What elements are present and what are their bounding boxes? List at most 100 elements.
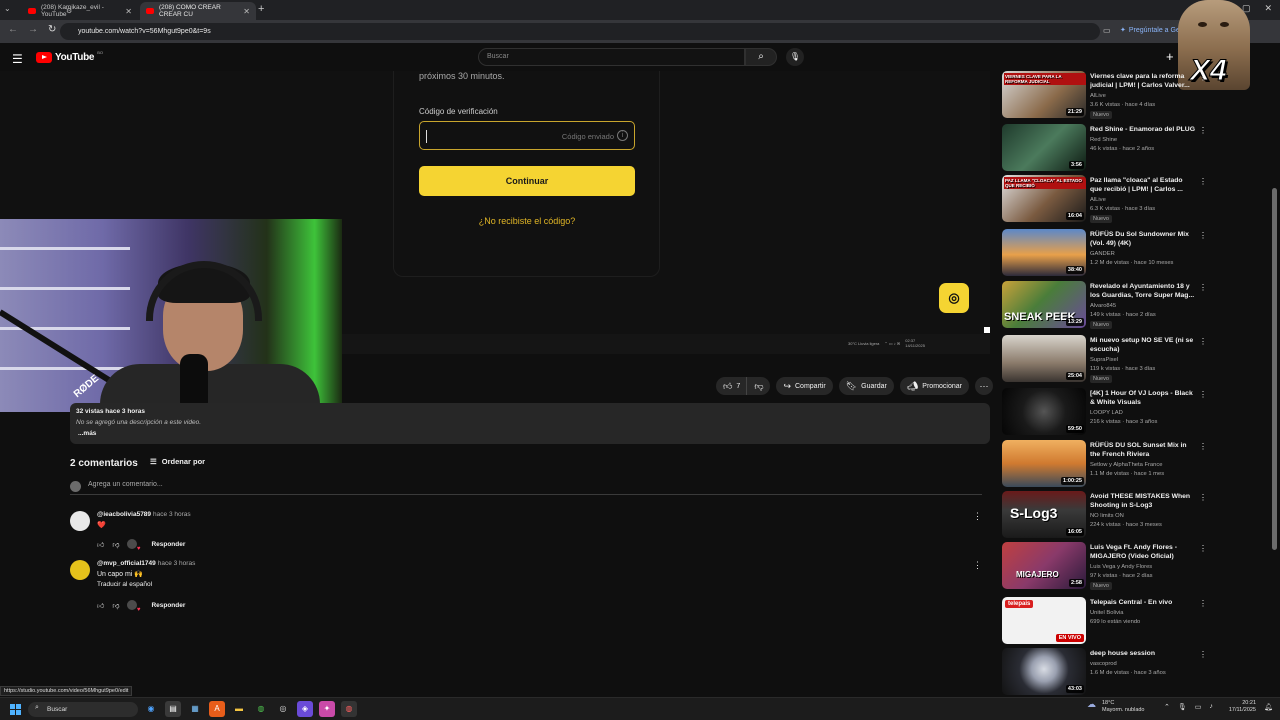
volume-icon[interactable]: ♪ bbox=[1209, 703, 1213, 711]
app-icon[interactable]: ▤ bbox=[165, 701, 181, 717]
thumbs-up-icon[interactable]: 👍︎ bbox=[97, 601, 104, 610]
video-menu-icon[interactable]: ⋮ bbox=[1199, 650, 1207, 659]
save-button[interactable]: 🔖︎ Guardar bbox=[838, 377, 894, 395]
thumbs-up-icon[interactable]: 👍︎ bbox=[97, 540, 104, 549]
search-input[interactable]: Buscar bbox=[478, 48, 745, 66]
recommended-video[interactable]: 3:56 Red Shine - Enamorao del PLUG Red S… bbox=[1002, 124, 1207, 172]
like-button[interactable]: 👍︎ 7 bbox=[716, 377, 747, 395]
video-title[interactable]: deep house session bbox=[1090, 649, 1195, 658]
channel-name[interactable]: vascoprod bbox=[1090, 661, 1117, 667]
channel-name[interactable]: NO limits ON bbox=[1090, 513, 1124, 519]
app-icon[interactable]: ✦ bbox=[319, 701, 335, 717]
edge-icon[interactable]: ◉ bbox=[143, 701, 159, 717]
start-button[interactable] bbox=[10, 704, 21, 715]
browser-tab-1[interactable]: (208) Kamikaze_evil - YouTube ✕ bbox=[22, 2, 138, 20]
comment-menu-icon[interactable]: ⋮ bbox=[973, 560, 982, 571]
network-icon[interactable]: ▭ bbox=[1195, 703, 1202, 711]
video-title[interactable]: Revelado el Ayuntamiento 18 y los Guardi… bbox=[1090, 282, 1195, 300]
more-actions-button[interactable]: ⋯ bbox=[974, 377, 993, 395]
video-title[interactable]: RÜFÜS Du Sol Sundowner Mix (Vol. 49) (4K… bbox=[1090, 230, 1195, 248]
tab-search-icon[interactable]: ⌄ bbox=[4, 4, 11, 13]
video-thumbnail[interactable]: 3:56 bbox=[1002, 124, 1086, 171]
share-button[interactable]: ↪ Compartir bbox=[776, 377, 833, 395]
video-title[interactable]: Paz llama "cloaca" al Estado que recibió… bbox=[1090, 176, 1195, 194]
create-button[interactable]: + bbox=[1166, 49, 1174, 64]
video-menu-icon[interactable]: ⋮ bbox=[1199, 231, 1207, 240]
close-tab-icon[interactable]: ✕ bbox=[243, 7, 250, 16]
dislike-button[interactable]: 👎︎ bbox=[746, 377, 771, 395]
channel-name[interactable]: Red Shine bbox=[1090, 137, 1117, 143]
file-explorer-icon[interactable]: ▬ bbox=[231, 701, 247, 717]
video-title[interactable]: Luis Vega Ft. Andy Flores - MIGAJERO (Vi… bbox=[1090, 543, 1195, 561]
video-menu-icon[interactable]: ⋮ bbox=[1199, 337, 1207, 346]
channel-name[interactable]: Setlow y AlphaTheta France bbox=[1090, 462, 1163, 468]
show-more-link[interactable]: ...más bbox=[78, 430, 96, 437]
chrome-icon[interactable]: ◍ bbox=[253, 701, 269, 717]
taskbar-clock[interactable]: 20:21 17/11/2025 bbox=[1224, 700, 1256, 714]
recommended-video[interactable]: S-Log3 16:05 Avoid THESE MISTAKES When S… bbox=[1002, 491, 1207, 539]
avatar[interactable] bbox=[70, 511, 90, 531]
video-title[interactable]: Red Shine - Enamorao del PLUG bbox=[1090, 125, 1195, 134]
channel-name[interactable]: GANDER bbox=[1090, 251, 1115, 257]
recommended-video[interactable]: PAZ LLAMA "CLOACA" AL ESTADO QUE RECIBIÓ… bbox=[1002, 175, 1207, 223]
forward-icon[interactable]: → bbox=[28, 24, 38, 35]
video-thumbnail[interactable]: telepais EN VIVO bbox=[1002, 597, 1086, 644]
video-menu-icon[interactable]: ⋮ bbox=[1199, 283, 1207, 292]
reply-button[interactable]: Responder bbox=[151, 541, 185, 548]
recommended-video[interactable]: SNEAK PEEK 13:29 Revelado el Ayuntamient… bbox=[1002, 281, 1207, 329]
comment-author[interactable]: @ieacbolivia5789 hace 3 horas bbox=[97, 511, 191, 518]
back-icon[interactable]: ← bbox=[8, 24, 18, 35]
video-thumbnail[interactable]: VIERNES CLAVE PARA LA REFORMA JUDICIAL 2… bbox=[1002, 71, 1086, 118]
video-thumbnail[interactable]: SNEAK PEEK 13:29 bbox=[1002, 281, 1086, 328]
video-menu-icon[interactable]: ⋮ bbox=[1199, 390, 1207, 399]
channel-name[interactable]: Alvaro845 bbox=[1090, 303, 1116, 309]
creator-heart-icon[interactable] bbox=[127, 600, 140, 613]
thumbs-down-icon[interactable]: 👎︎ bbox=[112, 540, 119, 549]
translate-link[interactable]: Traducir al español bbox=[97, 581, 152, 588]
cast-icon[interactable]: ▭ bbox=[1103, 26, 1111, 35]
new-tab-button[interactable]: + bbox=[258, 3, 264, 15]
page-scrollbar[interactable] bbox=[1272, 188, 1277, 550]
video-menu-icon[interactable]: ⋮ bbox=[1199, 544, 1207, 553]
app-icon[interactable]: ▦ bbox=[187, 701, 203, 717]
video-thumbnail[interactable]: 1:00:25 bbox=[1002, 440, 1086, 487]
recommended-video[interactable]: 25:04 Mi nuevo setup NO SE VE (ni se esc… bbox=[1002, 335, 1207, 383]
recommended-video[interactable]: 38:40 RÜFÜS Du Sol Sundowner Mix (Vol. 4… bbox=[1002, 229, 1207, 277]
add-comment-input[interactable]: Agrega un comentario... bbox=[70, 481, 982, 495]
support-chat-icon[interactable]: ◎ bbox=[939, 283, 969, 313]
youtube-logo[interactable]: YouTube BO bbox=[36, 50, 103, 63]
channel-name[interactable]: AlLive bbox=[1090, 197, 1106, 203]
video-thumbnail[interactable]: 25:04 bbox=[1002, 335, 1086, 382]
taskbar-search[interactable]: Buscar bbox=[28, 702, 138, 717]
info-icon[interactable]: i bbox=[617, 130, 628, 141]
promote-button[interactable]: 📣︎ Promocionar bbox=[899, 377, 969, 395]
video-thumbnail[interactable]: S-Log3 16:05 bbox=[1002, 491, 1086, 538]
channel-name[interactable]: LOOPY LAD bbox=[1090, 410, 1123, 416]
browser-tab-2[interactable]: (208) COMO CREAR CREAR CU ✕ bbox=[140, 2, 256, 20]
creator-heart-icon[interactable] bbox=[127, 539, 140, 552]
video-title[interactable]: Telepais Central - En vivo bbox=[1090, 598, 1195, 607]
channel-name[interactable]: Unitel Bolivia bbox=[1090, 610, 1124, 616]
weather-widget[interactable]: ☁ 18°C Mayorm. nublado bbox=[1087, 700, 1145, 714]
video-thumbnail[interactable]: 38:40 bbox=[1002, 229, 1086, 276]
continue-button[interactable]: Continuar bbox=[419, 166, 635, 196]
obs-icon[interactable]: ◎ bbox=[275, 701, 291, 717]
video-menu-icon[interactable]: ⋮ bbox=[1199, 599, 1207, 608]
resend-code-link[interactable]: ¿No recibiste el código? bbox=[419, 216, 635, 226]
recommended-video[interactable]: VIERNES CLAVE PARA LA REFORMA JUDICIAL 2… bbox=[1002, 71, 1207, 119]
channel-name[interactable]: Luis Vega y Andy Flores bbox=[1090, 564, 1152, 570]
menu-icon[interactable]: ☰ bbox=[12, 52, 23, 66]
channel-name[interactable]: SupraPixel bbox=[1090, 357, 1118, 363]
close-window-icon[interactable]: ✕ bbox=[1264, 3, 1272, 14]
video-menu-icon[interactable]: ⋮ bbox=[1199, 73, 1207, 82]
recommended-video[interactable]: telepais EN VIVO Telepais Central - En v… bbox=[1002, 597, 1207, 645]
video-menu-icon[interactable]: ⋮ bbox=[1199, 442, 1207, 451]
video-thumbnail[interactable]: 43:03 bbox=[1002, 648, 1086, 695]
chrome-active-icon[interactable]: ◍ bbox=[341, 701, 357, 717]
notification-icon[interactable]: 🔔︎ bbox=[1264, 703, 1273, 711]
video-title[interactable]: [4K] 1 Hour Of VJ Loops - Black & White … bbox=[1090, 389, 1195, 407]
video-thumbnail[interactable]: PAZ LLAMA "CLOACA" AL ESTADO QUE RECIBIÓ… bbox=[1002, 175, 1086, 222]
reload-icon[interactable]: ↻ bbox=[48, 24, 56, 35]
app-icon[interactable]: A bbox=[209, 701, 225, 717]
close-tab-icon[interactable]: ✕ bbox=[125, 7, 132, 16]
